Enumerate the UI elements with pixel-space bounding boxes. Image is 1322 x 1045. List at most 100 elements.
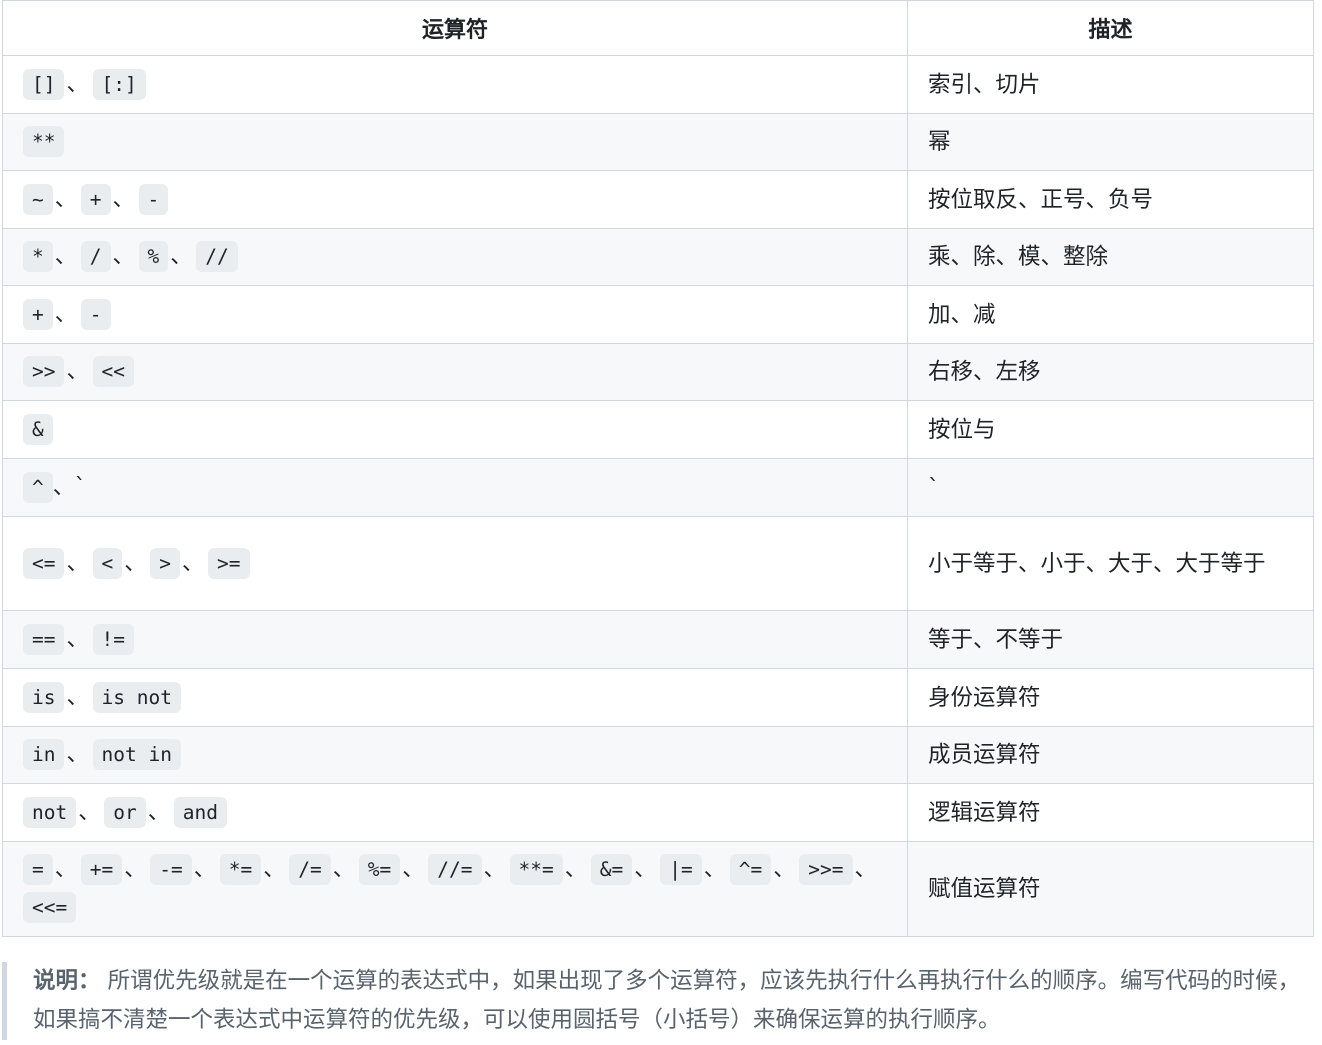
operator-code: >>=	[799, 854, 853, 885]
operator-code: is not	[92, 681, 181, 713]
separator: 、	[147, 799, 170, 825]
separator: 、	[564, 857, 587, 882]
operator-code: &	[23, 413, 53, 445]
operator-cell: not、 or、 and	[2, 783, 908, 842]
header-description: 描述	[907, 0, 1314, 56]
description-cell: 身份运算符	[907, 668, 1314, 727]
operator-code: /	[80, 241, 111, 272]
table-header-row: 运算符 描述	[2, 0, 1314, 56]
table-row: & 按位与	[2, 400, 1314, 459]
operator-code: in	[23, 739, 65, 770]
note-text: 所谓优先级就是在一个运算的表达式中，如果出现了多个运算符，应该先执行什么再执行什…	[33, 968, 1301, 1033]
separator: 、	[66, 742, 89, 767]
table-row: []、 [:] 索引、切片	[2, 55, 1314, 114]
table-row: ==、 != 等于、不等于	[2, 610, 1314, 669]
separator: 、	[124, 550, 147, 576]
operator-code: []	[23, 68, 65, 100]
page: 运算符 描述 []、 [:] 索引、切片 ** 幂 ~、 +、 - 按位取反、正号、负号 *、 /、…	[0, 0, 1322, 1045]
table-body: []、 [:] 索引、切片 ** 幂 ~、 +、 - 按位取反、正号、负号 *、 /、%、//乘、除…	[2, 55, 1314, 937]
operator-code: +	[23, 298, 53, 330]
separator: 、	[66, 359, 89, 384]
separator: 、	[124, 857, 147, 882]
operator-code: |=	[660, 854, 702, 885]
operator-code: /=	[289, 854, 331, 885]
description-cell: 右移、左移	[907, 343, 1314, 401]
description-cell: 赋值运算符	[907, 841, 1314, 937]
operator-code: -	[80, 298, 111, 330]
description-cell: 乘、除、模、整除	[907, 228, 1314, 286]
separator: 、	[182, 550, 205, 576]
operator-cell: =、 +=、 -=、 *=、/=、 %=、//=、 **=、 &=、 |=、 ^=、 >>= 、<<…	[2, 841, 908, 937]
separator: 、	[170, 244, 193, 269]
operator-code: and	[173, 796, 227, 828]
operator-code: >	[150, 547, 181, 579]
operator-cell: is、 is not	[2, 668, 908, 727]
operator-code: [:]	[92, 68, 146, 100]
operator-code: -=	[150, 854, 192, 885]
operator-cell: **	[2, 113, 908, 171]
description-cell: 加、减	[907, 285, 1314, 344]
table-row: in、 not in 成员运算符	[2, 726, 1314, 784]
operator-code: =	[23, 854, 53, 885]
separator: 、	[112, 244, 135, 269]
description-cell: 小于等于、小于、大于、大于等于	[907, 516, 1314, 611]
operator-code: >=	[208, 547, 250, 579]
table-row: ^ 、` `	[2, 458, 1314, 517]
description-cell: 按位与	[907, 400, 1314, 459]
operator-cell: ==、 !=	[2, 610, 908, 669]
description-cell: 幂	[907, 113, 1314, 171]
operator-code: *=	[219, 854, 262, 885]
operator-code: !=	[92, 623, 134, 655]
separator: 、	[66, 684, 89, 710]
operator-precedence-table: 运算符 描述 []、 [:] 索引、切片 ** 幂 ~、 +、 - 按位取反、正号、负号 *、 /、…	[2, 0, 1314, 937]
header-operator: 运算符	[2, 0, 908, 56]
operator-code: ~	[23, 183, 53, 215]
operator-cell: ~、 +、 -	[2, 170, 908, 229]
separator: 、	[54, 244, 77, 269]
operator-cell: +、 -	[2, 285, 908, 344]
separator: 、	[78, 799, 101, 825]
table-row: ~、 +、 - 按位取反、正号、负号	[2, 170, 1314, 229]
operator-code: ^=	[729, 854, 772, 885]
table-row: =、 +=、 -=、 *=、/=、 %=、//=、 **=、 &=、 |=、 ^=、 >>= 、<<…	[2, 841, 1314, 937]
operator-code: -	[138, 183, 169, 215]
operator-code: or	[104, 796, 146, 828]
operator-cell: &	[2, 400, 908, 459]
table-row: >>、 << 右移、左移	[2, 343, 1314, 401]
operator-code: not in	[92, 739, 181, 770]
separator: 、	[66, 626, 89, 652]
separator: 、	[263, 857, 286, 882]
table-row: *、 /、%、//乘、除、模、整除	[2, 228, 1314, 286]
operator-code: <=	[23, 547, 65, 579]
operator-code: <<=	[23, 892, 77, 923]
operator-code: %	[138, 241, 169, 272]
description-cell: 逻辑运算符	[907, 783, 1314, 842]
description-cell: 索引、切片	[907, 55, 1314, 114]
separator: 、	[54, 186, 77, 212]
operator-cell: []、 [:]	[2, 55, 908, 114]
table-row: ** 幂	[2, 113, 1314, 171]
separator: 、	[193, 857, 216, 882]
operator-code: >>	[23, 356, 65, 387]
description-cell: 成员运算符	[907, 726, 1314, 784]
operator-code: +	[80, 183, 111, 215]
note-label: 说明：	[33, 968, 101, 994]
operator-cell: >>、 <<	[2, 343, 908, 401]
operator-code: %=	[358, 854, 401, 885]
description-cell: 按位取反、正号、负号	[907, 170, 1314, 229]
separator: 、	[332, 857, 355, 882]
table-row: is、 is not 身份运算符	[2, 668, 1314, 727]
table-row: +、 - 加、减	[2, 285, 1314, 344]
operator-code: **=	[509, 854, 563, 885]
table-row: <=、 <、 >、 >= 小于等于、小于、大于、大于等于	[2, 516, 1314, 611]
separator: 、	[703, 857, 726, 882]
operator-code: ==	[23, 623, 65, 655]
operator-code: *	[23, 241, 53, 272]
operator-code: //	[196, 241, 238, 272]
separator: 、	[112, 186, 135, 212]
operator-code: //=	[428, 854, 482, 885]
separator: 、	[634, 857, 657, 882]
note-blockquote: 说明： 所谓优先级就是在一个运算的表达式中，如果出现了多个运算符，应该先执行什么…	[2, 962, 1302, 1040]
operator-code: <	[92, 547, 123, 579]
operator-code: +=	[80, 854, 123, 885]
